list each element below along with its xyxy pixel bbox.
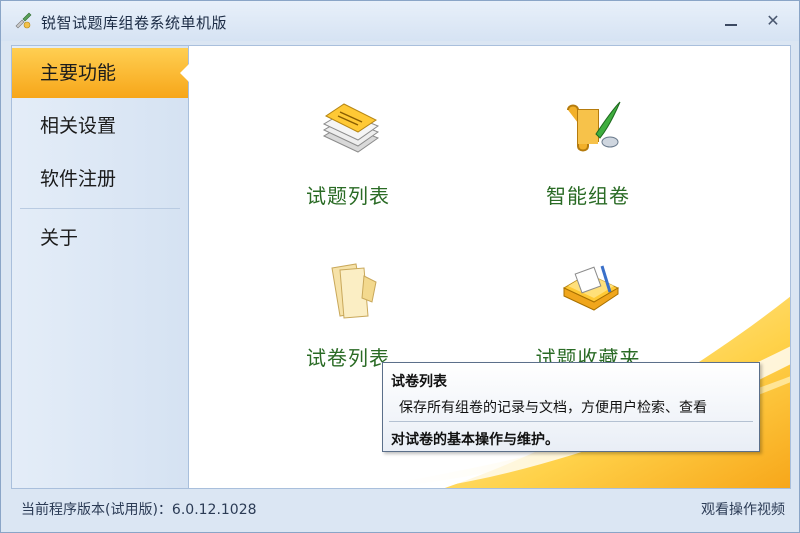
close-button[interactable]: ✕ (763, 12, 783, 30)
sidebar-item-about[interactable]: 关于 (12, 213, 188, 263)
tooltip-description: 保存所有组卷的记录与文档，方便用户检索、查看 (399, 400, 707, 416)
tile-question-list[interactable]: 试题列表 (273, 96, 423, 216)
sidebar-item-settings[interactable]: 相关设置 (12, 101, 188, 151)
status-bar: 当前程序版本(试用版)：6.0.12.1028 观看操作视频 (11, 489, 791, 525)
paper-sheets-icon (331, 263, 377, 319)
sidebar-item-label: 主要功能 (40, 62, 117, 84)
folder-with-documents-icon (562, 265, 620, 311)
sidebar-nav: 主要功能 相关设置 软件注册 关于 (11, 45, 189, 489)
minimize-button[interactable] (721, 12, 741, 30)
tile-smart-compose[interactable]: 智能组卷 (513, 96, 663, 216)
tile-label: 智能组卷 (546, 184, 630, 208)
tile-paper-list[interactable]: 试卷列表 (273, 258, 423, 378)
title-bar[interactable]: 锐智试题库组卷系统单机版 ✕ (1, 1, 799, 41)
sidebar-item-main-functions[interactable]: 主要功能 (12, 48, 189, 98)
minimize-icon (725, 24, 737, 26)
close-icon: ✕ (766, 11, 780, 30)
app-logo-icon (15, 12, 32, 29)
tooltip: 试卷列表 保存所有组卷的记录与文档，方便用户检索、查看 对试卷的基本操作与维护。 (382, 362, 760, 452)
sidebar-item-label: 相关设置 (40, 115, 117, 137)
sidebar-item-label: 关于 (40, 227, 79, 249)
sidebar-item-registration[interactable]: 软件注册 (12, 154, 188, 204)
stack-of-papers-icon (322, 103, 380, 153)
main-content: 试题列表 智能组卷 试卷列表 试题收藏夹 试卷列表 保存所有组卷的记录与文档，方… (189, 45, 791, 489)
sidebar-item-label: 软件注册 (40, 168, 117, 190)
app-window: 锐智试题库组卷系统单机版 ✕ 主要功能 相关设置 软件注册 关于 试题列表 智能… (0, 0, 800, 533)
window-title: 锐智试题库组卷系统单机版 (41, 14, 228, 32)
tooltip-title: 试卷列表 (391, 374, 447, 390)
watch-video-link[interactable]: 观看操作视频 (701, 499, 785, 519)
tooltip-footer: 对试卷的基本操作与维护。 (391, 432, 559, 448)
tile-question-favorites[interactable]: 试题收藏夹 (513, 258, 663, 378)
sidebar-divider (20, 208, 180, 209)
version-text: 当前程序版本(试用版)：6.0.12.1028 (21, 502, 257, 518)
tile-label: 试题列表 (306, 184, 390, 208)
tooltip-divider (389, 421, 753, 422)
scroll-and-quill-icon (567, 101, 621, 152)
